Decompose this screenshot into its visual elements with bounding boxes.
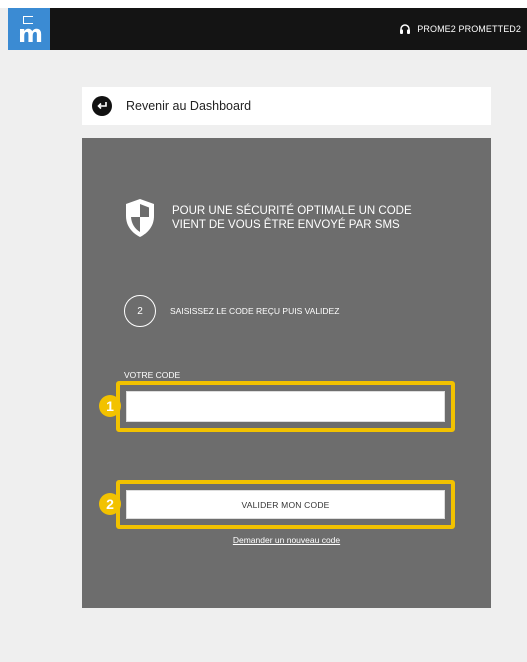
resend-code-link[interactable]: Demander un nouveau code <box>82 535 491 545</box>
user-name: PROME2 PROMETTED2 <box>417 24 521 34</box>
validate-code-button[interactable]: VALIDER MON CODE <box>126 490 445 519</box>
code-label: VOTRE CODE <box>124 370 181 380</box>
security-headline: POUR UNE SÉCURITÉ OPTIMALE UN CODE VIENT… <box>124 198 432 238</box>
sms-verification-panel: POUR UNE SÉCURITÉ OPTIMALE UN CODE VIENT… <box>82 138 491 608</box>
top-bar: m PROME2 PROMETTED2 <box>8 8 527 50</box>
step-number: 2 <box>124 295 156 327</box>
step-indicator: 2 SAISISSEZ LE CODE REÇU PUIS VALIDEZ <box>124 295 339 327</box>
step-text: SAISISSEZ LE CODE REÇU PUIS VALIDEZ <box>170 306 340 316</box>
headset-icon <box>400 24 411 34</box>
headline-text: POUR UNE SÉCURITÉ OPTIMALE UN CODE VIENT… <box>172 205 412 231</box>
user-menu[interactable]: PROME2 PROMETTED2 <box>399 8 521 50</box>
back-label: Revenir au Dashboard <box>126 99 252 113</box>
frame-top <box>0 0 527 8</box>
shield-icon <box>126 199 154 237</box>
annotation-badge-2: 2 <box>99 493 121 515</box>
back-arrow-icon <box>92 96 112 116</box>
code-input[interactable] <box>126 391 445 422</box>
logo-letter: m <box>18 20 44 48</box>
brand-m-logo-icon[interactable]: m <box>8 8 50 50</box>
back-to-dashboard-button[interactable]: Revenir au Dashboard <box>82 87 491 125</box>
annotation-badge-1: 1 <box>99 395 121 417</box>
